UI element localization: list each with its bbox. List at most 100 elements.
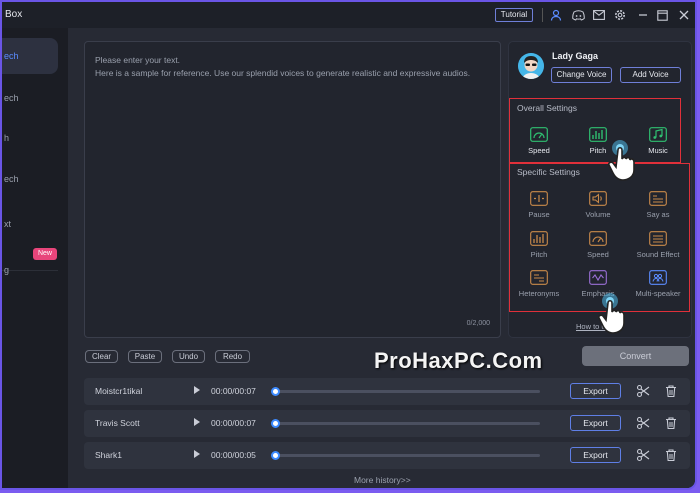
pause-icon [530,191,548,206]
specific-speed-button[interactable]: Speed [573,231,623,259]
maximize-icon[interactable] [655,8,669,22]
sidebar-item-label: g [4,265,10,275]
minimize-icon[interactable] [636,8,650,22]
speed-icon [589,231,607,246]
close-icon[interactable] [677,8,691,22]
sidebar-item-speech-3[interactable]: h [2,120,58,156]
export-button[interactable]: Export [570,447,621,463]
redo-button[interactable]: Redo [215,350,250,363]
export-button[interactable]: Export [570,383,621,399]
convert-button[interactable]: Convert [582,346,689,366]
app-title: Box [5,9,23,20]
multi-speaker-icon [649,270,667,285]
history-name: Shark1 [95,450,122,460]
play-icon[interactable] [194,418,200,426]
progress-knob[interactable] [271,387,280,396]
progress-knob[interactable] [271,419,280,428]
specific-pitch-button[interactable]: Pitch [514,231,564,259]
history-time: 00:00/00:07 [211,418,256,428]
specific-sound-effect-label: Sound Effect [636,250,680,259]
volume-icon [589,191,607,206]
history-row: Shark1 00:00/00:05 Export [84,442,690,469]
sidebar-item-label: h [4,133,10,143]
mail-icon[interactable] [592,8,606,22]
history-name: Moistcr1tikal [95,386,143,396]
specific-pause-button[interactable]: Pause [514,191,564,219]
sidebar-item-label: ech [4,93,19,103]
music-note-icon [649,127,667,142]
text-editor[interactable]: Please enter your text. Here is a sample… [84,41,501,338]
undo-button[interactable]: Undo [172,350,205,363]
history-time: 00:00/00:05 [211,450,256,460]
app-window: Box Tutorial ech ech h ech xt g New Plea… [0,0,697,490]
specific-multi-speaker-label: Multi-speaker [635,289,681,298]
sidebar-item-label: ech [4,174,19,184]
progress-knob[interactable] [271,451,280,460]
overall-pitch-label: Pitch [589,146,607,155]
history-row: Travis Scott 00:00/00:07 Export [84,410,690,437]
progress-slider[interactable] [271,451,540,460]
say-as-icon [649,191,667,206]
speed-gauge-icon [530,127,548,142]
history-row: Moistcr1tikal 00:00/00:07 Export [84,378,690,405]
history-time: 00:00/00:07 [211,386,256,396]
discord-icon[interactable] [571,8,585,22]
overall-music-label: Music [648,146,668,155]
progress-slider[interactable] [271,387,540,396]
specific-settings-title: Specific Settings [517,167,580,177]
overall-speed-label: Speed [528,146,550,155]
sidebar-item-speech-2[interactable]: ech [2,80,58,116]
export-button[interactable]: Export [570,415,621,431]
voice-avatar [518,53,544,79]
specific-volume-button[interactable]: Volume [573,191,623,219]
specific-sound-effect-button[interactable]: Sound Effect [633,231,683,259]
specific-heteronyms-label: Heteronyms [518,289,560,298]
settings-gear-icon[interactable] [613,8,627,22]
char-counter: 0/2,000 [466,320,490,327]
scissors-icon[interactable] [636,384,650,398]
specific-say-as-button[interactable]: Say as [633,191,683,219]
specific-multi-speaker-button[interactable]: Multi-speaker [633,270,683,298]
editor-placeholder: Please enter your text. Here is a sample… [95,54,495,80]
scissors-icon[interactable] [636,448,650,462]
clear-button[interactable]: Clear [85,350,118,363]
specific-say-as-label: Say as [646,210,670,219]
voice-name: Lady Gaga [552,51,599,61]
play-icon[interactable] [194,450,200,458]
history-name: Travis Scott [95,418,140,428]
change-voice-button[interactable]: Change Voice [551,67,612,83]
sidebar-item-label: ech [4,51,19,61]
user-icon[interactable] [549,8,563,22]
more-history-link[interactable]: More history>> [354,475,411,485]
sidebar-item-speech-4[interactable]: ech [2,161,58,197]
specific-heteronyms-button[interactable]: Heteronyms [514,270,564,298]
placeholder-line-2: Here is a sample for reference. Use our … [95,68,471,78]
specific-volume-label: Volume [585,210,611,219]
specific-speed-label: Speed [587,250,609,259]
sidebar-item-text[interactable]: xt [2,206,58,242]
tutorial-button[interactable]: Tutorial [495,8,533,22]
trash-icon[interactable] [664,448,678,462]
sidebar-item-text-to-speech[interactable]: ech [2,38,58,74]
heteronyms-icon [530,270,548,285]
pointer-hand-icon [608,140,635,181]
specific-pitch-label: Pitch [530,250,548,259]
scissors-icon[interactable] [636,416,650,430]
overall-speed-button[interactable]: Speed [514,127,564,155]
trash-icon[interactable] [664,384,678,398]
pointer-hand-icon [598,293,625,334]
emphasis-icon [589,270,607,285]
new-badge: New [33,248,57,260]
pitch-icon [530,231,548,246]
pitch-bars-icon [589,127,607,142]
paste-button[interactable]: Paste [128,350,162,363]
titlebar-divider [542,8,543,22]
watermark: ProHaxPC.Com [374,348,543,373]
overall-settings-title: Overall Settings [517,103,577,113]
progress-slider[interactable] [271,419,540,428]
sound-effect-icon [649,231,667,246]
trash-icon[interactable] [664,416,678,430]
add-voice-button[interactable]: Add Voice [620,67,681,83]
play-icon[interactable] [194,386,200,394]
placeholder-line-1: Please enter your text. [95,55,181,65]
